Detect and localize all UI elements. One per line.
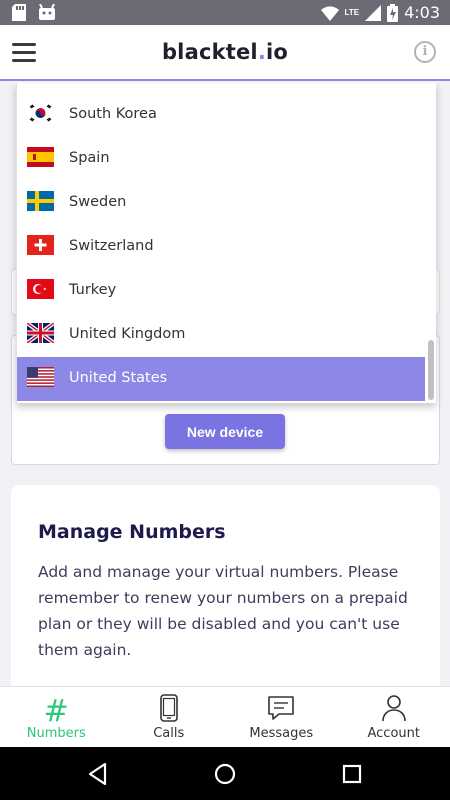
signal-icon [365,4,382,21]
country-option-label: United Kingdom [69,326,186,342]
switzerland-flag-icon [27,235,54,255]
message-icon [268,696,295,720]
battery-charging-icon [387,3,399,22]
nav-messages[interactable]: Messages [225,687,338,747]
home-icon[interactable] [212,761,238,787]
country-dropdown[interactable]: South Korea Spain Sweden Switzerland Tur… [16,83,436,403]
country-option-label: Spain [69,150,110,166]
app-bar: blacktel.io i [0,25,450,81]
manage-numbers-card: Manage Numbers Add and manage your virtu… [11,485,440,686]
info-icon[interactable]: i [414,41,436,63]
nav-account[interactable]: Account [338,687,450,747]
united-kingdom-flag-icon [27,323,54,343]
country-option-spain[interactable]: Spain [17,137,425,181]
turkey-flag-icon [27,279,54,299]
network-type: LTE [344,8,360,17]
back-icon[interactable] [85,761,111,787]
country-option-united-kingdom[interactable]: United Kingdom [17,313,425,357]
sweden-flag-icon [27,191,54,211]
country-option-label: Sweden [69,194,127,210]
country-option-switzerland[interactable]: Switzerland [17,225,425,269]
wifi-icon [320,5,339,21]
country-option-label: Turkey [69,282,117,298]
manage-numbers-title: Manage Numbers [38,521,226,543]
nav-messages-label: Messages [249,726,314,741]
new-device-button[interactable]: New device [165,414,285,449]
nav-numbers[interactable]: # Numbers [0,687,113,747]
nav-calls-label: Calls [153,726,185,741]
recents-icon[interactable] [339,761,365,787]
spain-flag-icon [27,147,54,167]
bottom-navigation: # Numbers Calls Messages Account [0,686,450,747]
manage-numbers-description: Add and manage your virtual numbers. Ple… [38,563,408,659]
brand-logo: blacktel.io [161,40,289,64]
country-option-label: South Korea [69,106,157,122]
phone-icon [159,694,178,722]
android-icon [39,4,55,20]
country-option-south-korea[interactable]: South Korea [17,93,425,137]
sd-card-icon [12,4,26,21]
country-option-united-states[interactable]: United States [17,357,425,401]
country-option-sweden[interactable]: Sweden [17,181,425,225]
nav-account-label: Account [367,726,421,741]
country-option-label: Switzerland [69,238,154,254]
nav-numbers-label: Numbers [26,726,86,741]
status-bar: LTE 4:03 [0,0,450,25]
dropdown-scrollbar[interactable] [428,340,434,400]
country-option-turkey[interactable]: Turkey [17,269,425,313]
hash-icon: # [43,694,69,729]
united-states-flag-icon [27,367,54,387]
country-option-label: United States [69,370,168,386]
south-korea-flag-icon [27,103,54,123]
main-content: New device Manage Numbers Add and manage… [0,83,450,686]
system-navigation-bar [0,747,450,800]
clock: 4:03 [404,3,440,22]
user-icon [381,695,406,722]
nav-calls[interactable]: Calls [113,687,226,747]
